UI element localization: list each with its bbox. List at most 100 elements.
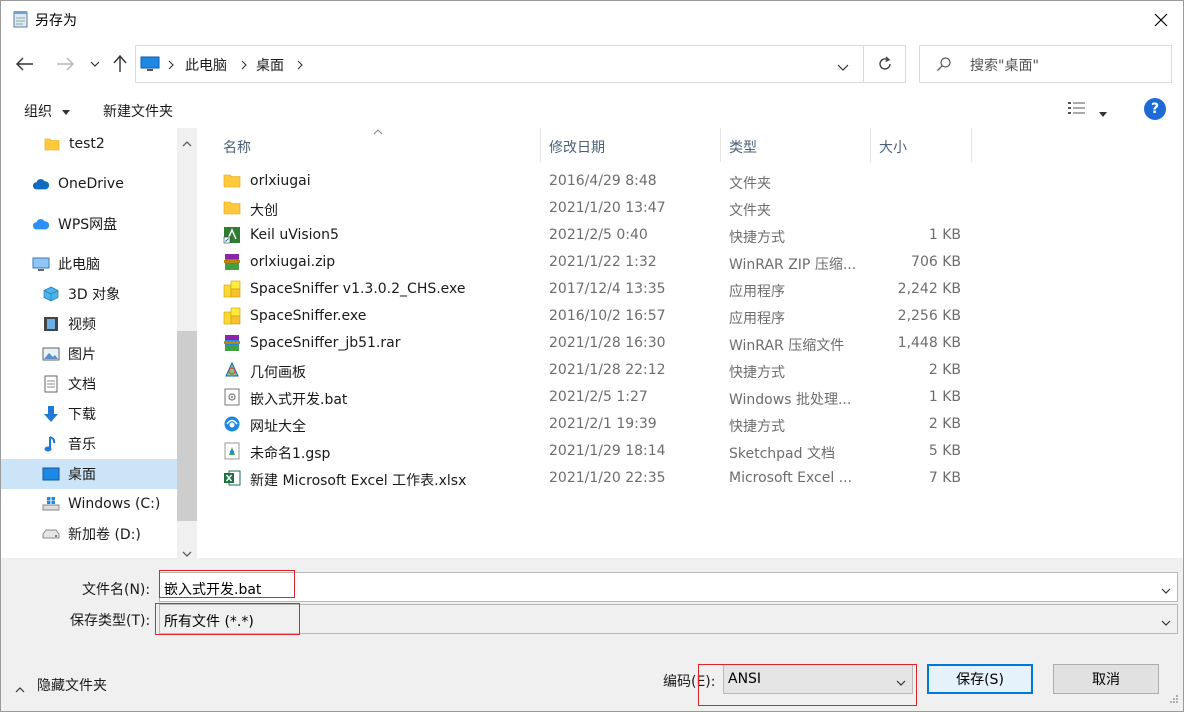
chevron-up-icon[interactable] <box>15 681 25 697</box>
column-header-type[interactable]: 类型 <box>721 128 871 162</box>
file-type: 应用程序 <box>729 284 785 300</box>
save-button[interactable]: 保存(S) <box>927 664 1033 694</box>
file-row[interactable]: SpaceSniffer_jb51.rar 2021/1/28 16:30 WinR… <box>219 331 979 358</box>
file-name: 新建 Microsoft Excel 工作表.xlsx <box>250 473 467 489</box>
filetype-label: 保存类型(T): <box>70 613 151 629</box>
file-row[interactable]: 新建 Microsoft Excel 工作表.xlsx 2021/1/20 22:… <box>219 466 979 493</box>
file-date: 2021/2/5 0:40 <box>549 227 648 243</box>
file-type: 快捷方式 <box>729 365 785 381</box>
file-row[interactable]: SpaceSniffer v1.3.0.2_CHS.exe 2017/12/4 1… <box>219 277 979 304</box>
hide-folders-button[interactable]: 隐藏文件夹 <box>37 675 107 695</box>
breadcrumb-desktop[interactable]: 桌面 <box>256 55 284 75</box>
nav-item-this-pc[interactable]: 此电脑 <box>1 249 177 279</box>
column-header-size[interactable]: 大小 <box>871 128 972 162</box>
file-row[interactable]: 大创 2021/1/20 13:47 文件夹 <box>219 196 979 223</box>
navigation-scrollbar[interactable] <box>177 128 197 558</box>
geometry-shortcut-icon <box>223 361 243 381</box>
film-icon <box>42 315 60 333</box>
chevron-right-icon <box>241 58 247 74</box>
chevron-down-icon[interactable] <box>1161 614 1171 630</box>
nav-item-downloads[interactable]: 下载 <box>1 399 177 429</box>
excel-icon <box>223 469 243 489</box>
nav-item-wps-drive[interactable]: WPS网盘 <box>1 209 177 239</box>
music-note-icon <box>42 435 60 453</box>
nav-item-label: 桌面 <box>68 467 96 483</box>
file-date: 2021/2/5 1:27 <box>549 389 648 405</box>
file-date: 2016/4/29 8:48 <box>549 173 657 189</box>
nav-item-pictures[interactable]: 图片 <box>1 339 177 369</box>
browser-shortcut-icon <box>223 415 243 435</box>
view-dropdown-button[interactable] <box>1099 105 1107 121</box>
spacesniffer-icon <box>223 307 243 327</box>
command-bar: 组织 新建文件夹 <box>1 91 1183 127</box>
file-size: 5 KB <box>928 443 961 459</box>
file-date: 2021/1/29 18:14 <box>549 443 666 459</box>
nav-item-test2[interactable]: test2 <box>1 129 177 159</box>
nav-item-3d-objects[interactable]: 3D 对象 <box>1 279 177 309</box>
arrow-left-icon <box>16 57 33 71</box>
column-header-name[interactable]: 名称 <box>215 128 541 162</box>
file-row[interactable]: orlxiugai.zip 2021/1/22 1:32 WinRAR ZIP 压缩… <box>219 250 979 277</box>
filetype-select[interactable]: 所有文件 (*.*) <box>159 604 1178 634</box>
nav-item-desktop[interactable]: 桌面 <box>1 459 177 489</box>
file-row[interactable]: 几何画板 2021/1/28 22:12 快捷方式 2 KB <box>219 358 979 385</box>
file-row[interactable]: Keil uVision5 2021/2/5 0:40 快捷方式 1 KB <box>219 223 979 250</box>
nav-item-label: 此电脑 <box>58 257 100 273</box>
close-button[interactable] <box>1139 1 1183 39</box>
view-options-button[interactable] <box>1067 101 1087 119</box>
nav-item-drive-d[interactable]: 新加卷 (D:) <box>1 519 177 549</box>
address-dropdown-button[interactable] <box>837 60 849 76</box>
forward-button[interactable] <box>53 52 77 76</box>
divider <box>863 46 864 82</box>
chevron-down-icon[interactable] <box>1161 582 1171 598</box>
filename-field[interactable]: 嵌入式开发.bat <box>159 572 1178 602</box>
scroll-up-icon[interactable] <box>182 135 192 151</box>
address-bar[interactable]: 此电脑 桌面 <box>135 45 906 83</box>
help-button[interactable]: ? <box>1144 98 1166 120</box>
cube-icon <box>42 285 60 303</box>
file-type: Sketchpad 文档 <box>729 446 835 462</box>
file-row[interactable]: orlxiugai 2016/4/29 8:48 文件夹 <box>219 169 979 196</box>
highlight-box <box>155 603 300 635</box>
file-row[interactable]: 未命名1.gsp 2021/1/29 18:14 Sketchpad 文档 5 KB <box>219 439 979 466</box>
file-name: 大创 <box>250 203 278 219</box>
file-row[interactable]: SpaceSniffer.exe 2016/10/2 16:57 应用程序 2,256… <box>219 304 979 331</box>
refresh-button[interactable] <box>877 56 893 76</box>
nav-item-label: 音乐 <box>68 437 96 453</box>
file-type: 文件夹 <box>729 176 771 192</box>
cloud-icon <box>32 215 50 233</box>
nav-item-videos[interactable]: 视频 <box>1 309 177 339</box>
filename-label: 文件名(N): <box>82 582 151 598</box>
column-header-date[interactable]: 修改日期 <box>541 128 721 162</box>
folder-icon <box>223 172 243 192</box>
close-icon <box>1154 13 1168 27</box>
breadcrumb-this-pc[interactable]: 此电脑 <box>185 55 227 75</box>
file-type: 应用程序 <box>729 311 785 327</box>
cancel-button[interactable]: 取消 <box>1053 664 1159 694</box>
nav-item-label: 视频 <box>68 317 96 333</box>
file-row[interactable]: 嵌入式开发.bat 2021/2/5 1:27 Windows 批处理... 1 KB <box>219 385 979 412</box>
back-button[interactable] <box>13 52 37 76</box>
file-size: 2 KB <box>928 362 961 378</box>
file-row[interactable]: 网址大全 2021/2/1 19:39 快捷方式 2 KB <box>219 412 979 439</box>
new-folder-button[interactable]: 新建文件夹 <box>103 101 173 121</box>
recent-locations-button[interactable] <box>83 52 107 76</box>
windows-drive-icon <box>42 495 60 513</box>
file-name: SpaceSniffer.exe <box>250 308 367 324</box>
organize-button[interactable]: 组织 <box>24 101 71 121</box>
search-input[interactable]: 搜索"桌面" <box>919 45 1172 83</box>
nav-item-onedrive[interactable]: OneDrive <box>1 169 177 199</box>
scrollbar-thumb[interactable] <box>177 331 197 521</box>
save-options-panel: 文件名(N): 嵌入式开发.bat 保存类型(T): 所有文件 (*.*) 隐藏… <box>1 558 1183 711</box>
file-type: WinRAR 压缩文件 <box>729 338 845 354</box>
file-type: WinRAR ZIP 压缩... <box>729 257 857 273</box>
window-title: 另存为 <box>35 13 77 29</box>
nav-item-label: OneDrive <box>58 176 124 192</box>
nav-item-drive-c[interactable]: Windows (C:) <box>1 489 177 519</box>
resize-grip-icon[interactable] <box>1169 692 1179 708</box>
nav-item-documents[interactable]: 文档 <box>1 369 177 399</box>
winrar-icon <box>223 334 243 354</box>
nav-item-music[interactable]: 音乐 <box>1 429 177 459</box>
highlight-box <box>159 570 295 598</box>
up-button[interactable] <box>108 52 132 76</box>
